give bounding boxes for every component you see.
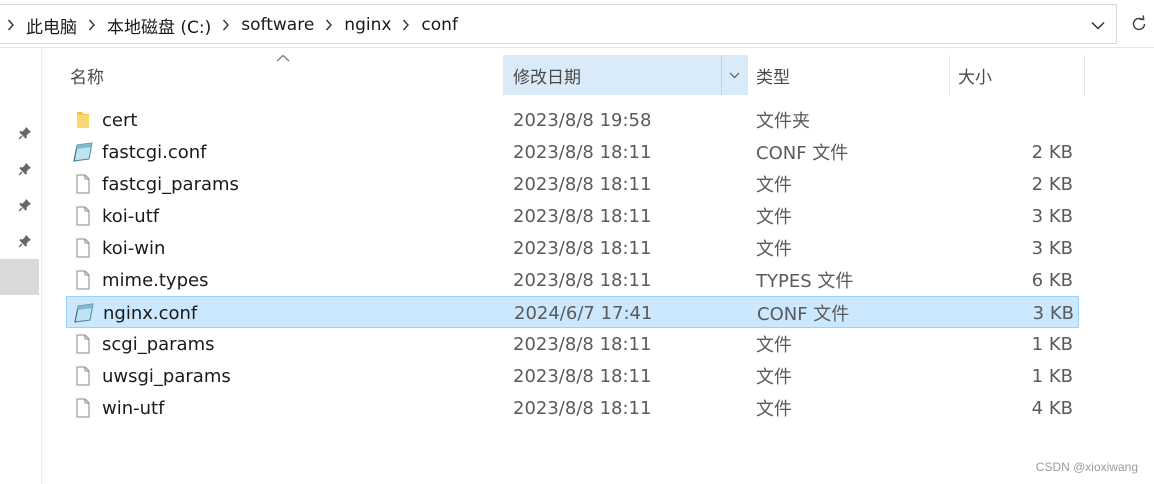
column-header-date-label: 修改日期: [513, 67, 581, 88]
refresh-icon: [1132, 15, 1146, 31]
breadcrumb-item-nginx[interactable]: nginx: [340, 15, 395, 35]
breadcrumb-item-this-pc[interactable]: 此电脑: [22, 13, 81, 38]
column-header-type[interactable]: 类型: [756, 55, 946, 95]
column-divider[interactable]: [1084, 55, 1085, 95]
pin-icon[interactable]: [16, 160, 34, 178]
column-divider[interactable]: [949, 55, 950, 95]
file-name: scgi_params: [102, 333, 215, 355]
file-size: 3 KB: [1031, 205, 1073, 227]
file-date-modified: 2023/8/8 18:11: [513, 237, 652, 259]
file-date-modified: 2024/6/7 17:41: [514, 302, 653, 324]
file-row[interactable]: fastcgi.conf 2023/8/8 18:11 CONF 文件 2 KB: [66, 136, 1079, 168]
pin-icon[interactable]: [16, 124, 34, 142]
file-icon: [72, 200, 94, 232]
watermark: CSDN @xioxiwang: [1035, 460, 1138, 474]
file-row[interactable]: koi-utf 2023/8/8 18:11 文件 3 KB: [66, 200, 1079, 232]
file-size: 6 KB: [1031, 269, 1073, 291]
chevron-down-icon: [729, 72, 740, 78]
file-type: 文件: [756, 207, 792, 228]
file-date-modified: 2023/8/8 18:11: [513, 365, 652, 387]
file-date-modified: 2023/8/8 18:11: [513, 205, 652, 227]
column-header-size[interactable]: 大小: [958, 55, 1084, 95]
file-icon: [72, 232, 94, 264]
file-size: 3 KB: [1031, 237, 1073, 259]
file-size: 3 KB: [1032, 302, 1074, 324]
file-name: koi-win: [102, 237, 166, 259]
column-header-date[interactable]: 修改日期: [503, 55, 747, 95]
file-row[interactable]: koi-win 2023/8/8 18:11 文件 3 KB: [66, 232, 1079, 264]
file-date-modified: 2023/8/8 19:58: [513, 109, 652, 131]
file-row[interactable]: fastcgi_params 2023/8/8 18:11 文件 2 KB: [66, 168, 1079, 200]
breadcrumb-item-local-disk[interactable]: 本地磁盘 (C:): [103, 13, 215, 38]
file-row[interactable]: mime.types 2023/8/8 18:11 TYPES 文件 6 KB: [66, 264, 1079, 296]
file-icon: [72, 360, 94, 392]
file-size: [946, 104, 1073, 136]
file-name: cert: [102, 109, 138, 131]
conf-file-icon: [72, 136, 94, 168]
file-row[interactable]: cert 2023/8/8 19:58 文件夹: [66, 104, 1079, 136]
file-size: 2 KB: [1031, 141, 1073, 163]
file-row[interactable]: win-utf 2023/8/8 18:11 文件 4 KB: [66, 392, 1079, 424]
file-icon: [72, 392, 94, 424]
file-date-modified: 2023/8/8 18:11: [513, 397, 652, 419]
file-icon: [72, 328, 94, 360]
file-type: 文件: [756, 399, 792, 420]
file-type: 文件: [756, 239, 792, 260]
file-date-modified: 2023/8/8 18:11: [513, 173, 652, 195]
file-name: win-utf: [102, 397, 165, 419]
file-size: 2 KB: [1031, 173, 1073, 195]
file-name: nginx.conf: [103, 302, 198, 324]
file-type: TYPES 文件: [756, 271, 854, 292]
file-name: fastcgi.conf: [102, 141, 207, 163]
column-divider[interactable]: [747, 55, 748, 95]
file-name: fastcgi_params: [102, 173, 239, 195]
file-type: CONF 文件: [757, 304, 850, 325]
file-type: 文件: [756, 175, 792, 196]
file-date-modified: 2023/8/8 18:11: [513, 333, 652, 355]
file-type: 文件夹: [756, 111, 810, 132]
file-size: 1 KB: [1031, 365, 1073, 387]
file-row[interactable]: uwsgi_params 2023/8/8 18:11 文件 1 KB: [66, 360, 1079, 392]
file-date-modified: 2023/8/8 18:11: [513, 141, 652, 163]
folder-icon: [72, 104, 94, 136]
breadcrumb: 此电脑 本地磁盘 (C:) software nginx conf: [0, 5, 462, 45]
file-row[interactable]: scgi_params 2023/8/8 18:11 文件 1 KB: [66, 328, 1079, 360]
file-name: mime.types: [102, 269, 209, 291]
chevron-right-icon[interactable]: [81, 19, 103, 31]
chevron-right-icon[interactable]: [215, 19, 237, 31]
chevron-right-icon[interactable]: [0, 19, 22, 31]
file-date-modified: 2023/8/8 18:11: [513, 269, 652, 291]
breadcrumb-item-conf[interactable]: conf: [417, 15, 462, 35]
breadcrumb-item-software[interactable]: software: [237, 15, 318, 35]
column-header-name[interactable]: 名称: [70, 55, 500, 95]
address-history-dropdown[interactable]: [1080, 5, 1116, 45]
address-box[interactable]: 此电脑 本地磁盘 (C:) software nginx conf: [0, 4, 1117, 44]
file-name: uwsgi_params: [102, 365, 231, 387]
navigation-pane: [0, 48, 42, 484]
address-bar: 此电脑 本地磁盘 (C:) software nginx conf: [0, 0, 1154, 48]
file-size: 1 KB: [1031, 333, 1073, 355]
file-size: 4 KB: [1031, 397, 1073, 419]
chevron-right-icon[interactable]: [395, 19, 417, 31]
file-icon: [72, 264, 94, 296]
pin-icon[interactable]: [16, 232, 34, 250]
chevron-right-icon[interactable]: [318, 19, 340, 31]
file-type: 文件: [756, 367, 792, 388]
refresh-button[interactable]: [1124, 4, 1154, 44]
file-name: koi-utf: [102, 205, 160, 227]
file-type: CONF 文件: [756, 143, 849, 164]
file-type: 文件: [756, 335, 792, 356]
nav-selected-item[interactable]: [0, 259, 39, 295]
conf-file-icon: [73, 297, 95, 329]
column-filter-dropdown[interactable]: [721, 55, 747, 95]
file-icon: [72, 168, 94, 200]
file-row[interactable]: nginx.conf 2024/6/7 17:41 CONF 文件 3 KB: [66, 296, 1079, 328]
pin-icon[interactable]: [16, 196, 34, 214]
chevron-down-icon: [1091, 21, 1105, 30]
